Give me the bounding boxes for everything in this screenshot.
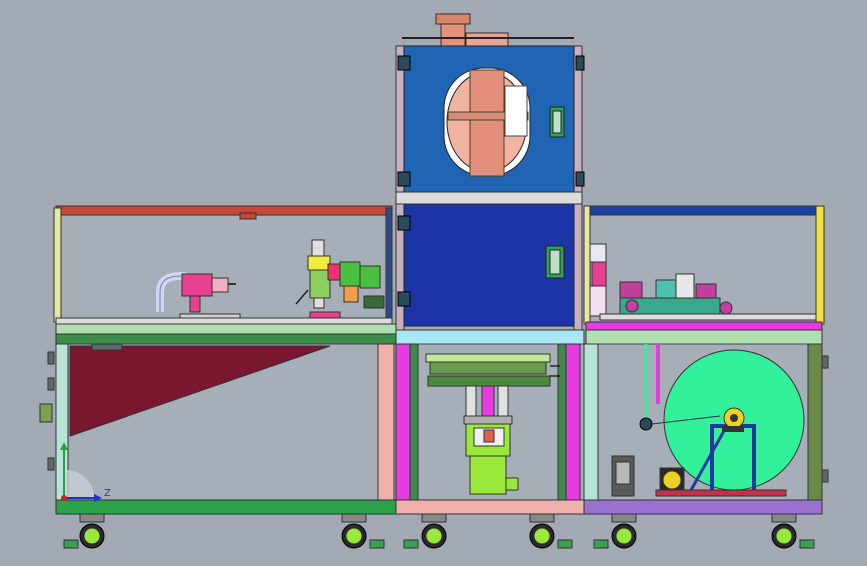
- caster-wheel: [771, 513, 815, 549]
- lower-left-frame: [39, 343, 397, 515]
- lower-center-frame: [395, 329, 585, 515]
- lower-right-frame: [583, 343, 829, 515]
- cad-viewport[interactable]: Z: [0, 0, 867, 562]
- caster-wheel: [341, 513, 385, 549]
- caster-wheel: [529, 513, 573, 549]
- left-enclosure: [53, 205, 397, 345]
- right-enclosure: [583, 205, 825, 345]
- porthole-window: [443, 67, 531, 177]
- left-top-rail: [55, 205, 393, 216]
- right-top-rail: [585, 205, 823, 216]
- casters: [63, 513, 815, 549]
- caster-wheel: [403, 513, 447, 549]
- z-axis-label: Z: [104, 488, 111, 499]
- top-housing: [395, 13, 585, 331]
- exhaust-pipe: [435, 13, 471, 25]
- tension-roller: [639, 417, 653, 431]
- caster-wheel: [593, 513, 637, 549]
- caster-wheel: [63, 513, 105, 549]
